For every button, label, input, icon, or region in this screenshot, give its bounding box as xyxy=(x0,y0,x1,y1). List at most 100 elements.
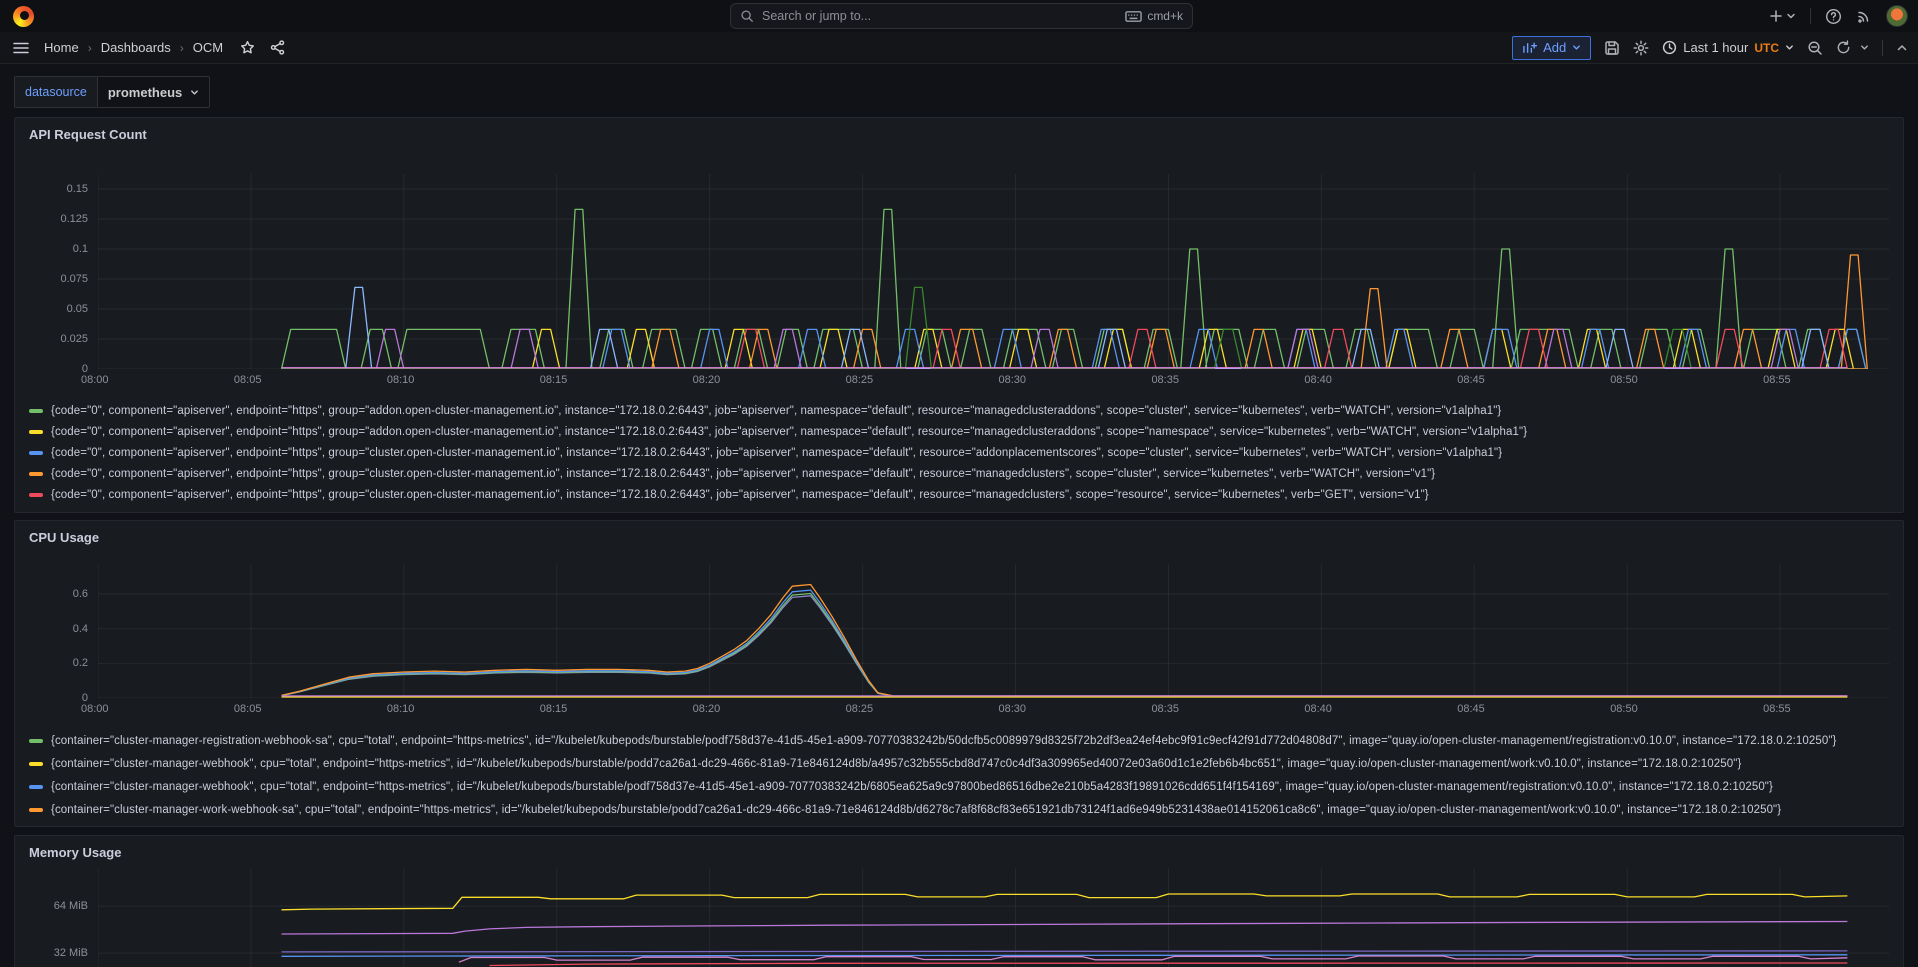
legend-label: {container="cluster-manager-webhook", cp… xyxy=(51,758,1741,770)
api-request-count-chart[interactable]: 00.0250.050.0750.10.1250.15 08:0008:0508… xyxy=(15,174,1889,392)
series-line-watch-managedclusteraddons-namespace xyxy=(282,329,1854,369)
new-button[interactable] xyxy=(1769,9,1796,23)
y-tick-label: 0.075 xyxy=(60,273,88,285)
chevron-down-icon xyxy=(190,88,199,97)
x-tick-label: 08:10 xyxy=(387,374,415,386)
legend-item[interactable]: {code="0", component="apiserver", endpoi… xyxy=(29,400,1903,421)
keyboard-icon xyxy=(1125,10,1142,23)
legend-item[interactable]: {code="0", component="apiserver", endpoi… xyxy=(29,442,1903,463)
refresh-button[interactable] xyxy=(1836,40,1869,55)
save-icon xyxy=(1604,40,1620,56)
legend-item[interactable]: {code="0", component="apiserver", endpoi… xyxy=(29,484,1903,505)
y-tick-label: 64 MiB xyxy=(54,900,88,912)
plot-area[interactable] xyxy=(98,174,1889,369)
refresh-icon xyxy=(1836,40,1851,55)
y-axis-labels: 00.20.40.6 xyxy=(15,564,98,698)
time-range-picker[interactable]: Last 1 hour UTC xyxy=(1662,40,1794,55)
hamburger-menu-icon[interactable] xyxy=(12,39,30,57)
divider xyxy=(1882,40,1883,56)
timezone-label: UTC xyxy=(1754,41,1779,55)
news-button[interactable] xyxy=(1856,8,1872,24)
memory-usage-chart[interactable]: 32 MiB64 MiB 08:0008:0508:1008:1508:2008… xyxy=(15,868,1889,967)
datasource-value: prometheus xyxy=(108,85,182,100)
legend-item[interactable]: {code="0", component="apiserver", endpoi… xyxy=(29,421,1903,442)
star-icon[interactable] xyxy=(240,40,255,55)
cpu-usage-chart[interactable]: 00.20.40.6 08:0008:0508:1008:1508:2008:2… xyxy=(15,564,1889,721)
legend-item[interactable]: {container="cluster-manager-work-webhook… xyxy=(29,798,1903,821)
y-tick-label: 0.025 xyxy=(60,333,88,345)
legend-swatch-icon xyxy=(29,430,43,434)
legend-label: {container="cluster-manager-webhook", cp… xyxy=(51,781,1773,793)
series-line-mem-yellow xyxy=(282,894,1848,910)
breadcrumb-home[interactable]: Home xyxy=(44,40,79,55)
panel-title[interactable]: API Request Count xyxy=(15,118,1903,146)
y-axis-labels: 32 MiB64 MiB xyxy=(15,868,98,967)
x-tick-label: 08:25 xyxy=(846,703,874,715)
dashboard-toolbar: Home › Dashboards › OCM Add Last 1 hour … xyxy=(0,32,1918,64)
y-tick-label: 0.125 xyxy=(60,213,88,225)
x-tick-label: 08:45 xyxy=(1457,374,1485,386)
series-line-mem-slate-flat xyxy=(282,951,1848,952)
zoom-out-button[interactable] xyxy=(1807,40,1823,56)
clock-icon xyxy=(1662,40,1677,55)
legend-label: {container="cluster-manager-registration… xyxy=(51,735,1837,747)
series-line-mem-purple xyxy=(282,922,1848,935)
chevron-up-icon xyxy=(1896,42,1908,54)
legend-item[interactable]: {code="0", component="apiserver", endpoi… xyxy=(29,463,1903,484)
x-tick-label: 08:20 xyxy=(693,703,721,715)
chevron-down-icon xyxy=(1786,11,1796,21)
help-button[interactable] xyxy=(1825,8,1842,25)
chevron-down-icon xyxy=(1572,43,1581,52)
x-tick-label: 08:35 xyxy=(1151,374,1179,386)
gear-icon xyxy=(1633,40,1649,56)
x-axis-labels: 08:0008:0508:1008:1508:2008:2508:3008:35… xyxy=(98,698,1889,721)
plus-icon xyxy=(1769,9,1783,23)
series-line-series-cyan xyxy=(282,287,1848,369)
panel-memory-usage: Memory Usage 32 MiB64 MiB 08:0008:0508:1… xyxy=(14,835,1904,967)
series-line-mem-orchid-wave xyxy=(459,956,1848,962)
series-line-get-managedclusters-resource xyxy=(282,329,1848,369)
dashboard-settings-button[interactable] xyxy=(1633,40,1649,56)
x-tick-label: 08:55 xyxy=(1763,703,1791,715)
variable-label: datasource xyxy=(14,76,97,108)
legend-swatch-icon xyxy=(29,451,43,455)
legend-label: {code="0", component="apiserver", endpoi… xyxy=(51,447,1502,459)
panel-title[interactable]: Memory Usage xyxy=(15,836,1903,864)
user-avatar[interactable] xyxy=(1886,5,1908,27)
series-line-cpu-orange xyxy=(282,585,1848,696)
search-placeholder: Search or jump to... xyxy=(762,9,1125,23)
x-tick-label: 08:40 xyxy=(1304,374,1332,386)
legend-swatch-icon xyxy=(29,808,43,812)
plot-area[interactable] xyxy=(98,868,1889,967)
datasource-select[interactable]: prometheus xyxy=(97,76,210,108)
breadcrumb-dashboards[interactable]: Dashboards xyxy=(101,40,171,55)
series-line-series-dark-green xyxy=(282,287,1848,369)
add-button-label: Add xyxy=(1543,40,1566,55)
search-input[interactable]: Search or jump to... cmd+k xyxy=(730,3,1193,29)
legend-item[interactable]: {container="cluster-manager-webhook", cp… xyxy=(29,775,1903,798)
x-tick-label: 08:10 xyxy=(387,703,415,715)
collapse-toolbar-button[interactable] xyxy=(1896,42,1908,54)
x-tick-label: 08:55 xyxy=(1763,374,1791,386)
share-icon[interactable] xyxy=(270,40,285,55)
x-tick-label: 08:50 xyxy=(1610,703,1638,715)
series-line-cpu-slate xyxy=(282,596,1848,696)
x-tick-label: 08:30 xyxy=(999,703,1027,715)
rss-icon xyxy=(1856,8,1872,24)
x-tick-label: 08:15 xyxy=(540,374,568,386)
dashboard-variables: datasource prometheus xyxy=(14,76,1918,108)
x-tick-label: 08:05 xyxy=(234,374,262,386)
legend-swatch-icon xyxy=(29,739,43,743)
save-dashboard-button[interactable] xyxy=(1604,40,1620,56)
plot-area[interactable] xyxy=(98,564,1889,698)
add-button[interactable]: Add xyxy=(1512,36,1591,60)
y-tick-label: 0.15 xyxy=(67,183,88,195)
legend-label: {code="0", component="apiserver", endpoi… xyxy=(51,426,1527,438)
series-line-cpu-blue xyxy=(282,590,1848,696)
legend-item[interactable]: {container="cluster-manager-webhook", cp… xyxy=(29,752,1903,775)
x-tick-label: 08:05 xyxy=(234,703,262,715)
panel-title[interactable]: CPU Usage xyxy=(15,521,1903,549)
y-tick-label: 0.1 xyxy=(73,243,88,255)
grafana-logo[interactable] xyxy=(13,6,34,27)
legend-item[interactable]: {container="cluster-manager-registration… xyxy=(29,729,1903,752)
